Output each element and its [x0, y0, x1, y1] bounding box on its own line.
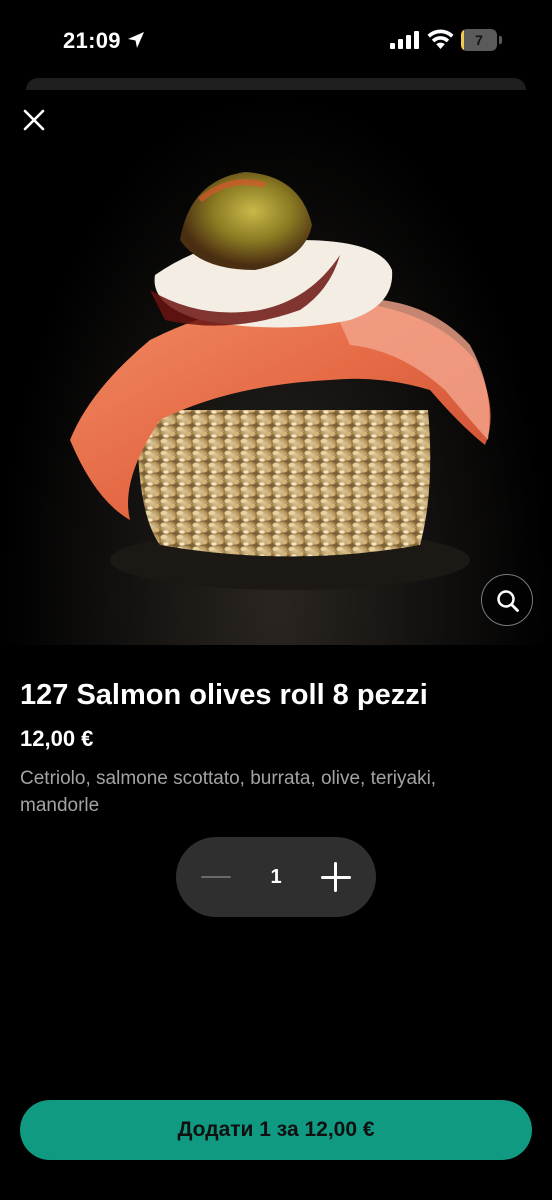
zoom-image-button[interactable]	[481, 574, 533, 626]
battery-level: 7	[475, 32, 483, 48]
battery-icon: 7	[461, 29, 503, 51]
close-button[interactable]	[14, 100, 54, 140]
decrease-quantity-button[interactable]	[192, 853, 240, 901]
signal-icon	[390, 31, 419, 49]
status-time: 21:09	[63, 28, 121, 53]
location-arrow-icon	[128, 32, 144, 48]
product-image	[0, 90, 552, 645]
product-title: 127 Salmon olives roll 8 pezzi	[20, 679, 428, 711]
quantity-stepper: 1	[176, 837, 376, 917]
increase-quantity-button[interactable]	[312, 853, 360, 901]
product-price: 12,00 €	[20, 726, 94, 751]
close-icon	[23, 109, 45, 131]
status-bar: 21:09 7	[0, 0, 552, 80]
search-icon	[497, 590, 519, 612]
product-description: Cetriolo, salmone scottato, burrata, oli…	[20, 768, 437, 816]
wifi-icon	[427, 29, 454, 49]
add-to-cart-button[interactable]: Додати 1 за 12,00 €	[20, 1100, 532, 1160]
quantity-value: 1	[270, 866, 282, 888]
